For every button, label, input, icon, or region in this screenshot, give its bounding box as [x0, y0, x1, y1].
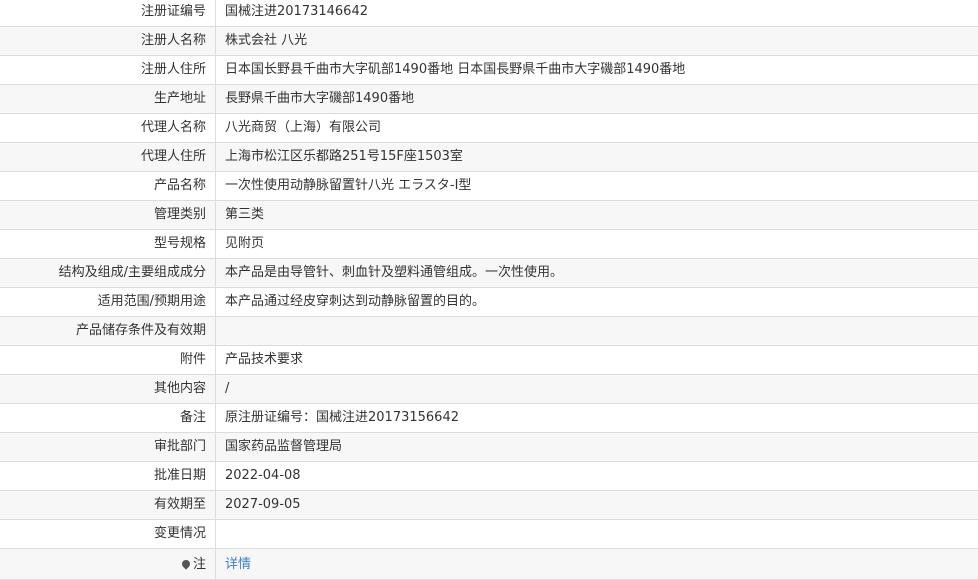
table-row-structure-composition: 结构及组成/主要组成成分 本产品是由导管针、刺血针及塑料通管组成。一次性使用。 [0, 259, 978, 288]
note-label: 注 [192, 557, 206, 572]
field-label: 变更情况 [153, 526, 206, 541]
field-value: 见附页 [215, 230, 978, 258]
field-label: 代理人名称 [140, 120, 206, 135]
table-row-product-name: 产品名称 一次性使用动静脉留置针八光 エラスタ-Ⅰ型 [0, 172, 978, 201]
field-label: 生产地址 [153, 91, 206, 106]
field-label: 产品储存条件及有效期 [75, 323, 206, 338]
field-value: 原注册证编号：国械注进20173156642 [215, 404, 978, 432]
field-value: 产品技术要求 [215, 346, 978, 374]
table-row-remarks: 备注 原注册证编号：国械注进20173156642 [0, 404, 978, 433]
field-label: 型号规格 [153, 236, 206, 251]
field-value: 2027-09-05 [215, 491, 978, 519]
field-value: 日本国长野县千曲市大字矶部1490番地 日本国長野県千曲市大字磯部1490番地 [215, 56, 978, 84]
field-value: / [215, 375, 978, 403]
field-value: 一次性使用动静脉留置针八光 エラスタ-Ⅰ型 [215, 172, 978, 200]
field-label: 有效期至 [153, 497, 206, 512]
field-label-note: 注 [0, 549, 215, 579]
field-value: 本产品通过经皮穿刺达到动静脉留置的目的。 [215, 288, 978, 316]
table-row-management-class: 管理类别 第三类 [0, 201, 978, 230]
field-label: 产品名称 [153, 178, 206, 193]
registration-detail-table: 注册证编号 国械注进20173146642 注册人名称 株式会社 八光 注册人住… [0, 0, 978, 580]
table-row-registrant-name: 注册人名称 株式会社 八光 [0, 27, 978, 56]
field-label: 审批部门 [153, 439, 206, 454]
table-row-registration-number: 注册证编号 国械注进20173146642 [0, 0, 978, 27]
field-label: 管理类别 [153, 207, 206, 222]
table-row-agent-address: 代理人住所 上海市松江区乐都路251号15F座1503室 [0, 143, 978, 172]
details-link[interactable]: 详情 [225, 557, 251, 572]
field-label: 注册人名称 [140, 33, 206, 48]
field-value: 上海市松江区乐都路251号15F座1503室 [215, 143, 978, 171]
table-row-intended-use: 适用范围/预期用途 本产品通过经皮穿刺达到动静脉留置的目的。 [0, 288, 978, 317]
field-label: 结构及组成/主要组成成分 [58, 265, 206, 280]
field-value: 国家药品监督管理局 [215, 433, 978, 461]
field-label: 批准日期 [153, 468, 206, 483]
table-row-approval-date: 批准日期 2022-04-08 [0, 462, 978, 491]
table-row-note: 注 详情 [0, 549, 978, 580]
field-value [215, 520, 978, 548]
field-value: 本产品是由导管针、刺血针及塑料通管组成。一次性使用。 [215, 259, 978, 287]
table-row-storage-validity: 产品储存条件及有效期 [0, 317, 978, 346]
field-value: 株式会社 八光 [215, 27, 978, 55]
table-row-production-address: 生产地址 長野県千曲市大字磯部1490番地 [0, 85, 978, 114]
field-value: 八光商贸（上海）有限公司 [215, 114, 978, 142]
table-row-other-content: 其他内容 / [0, 375, 978, 404]
field-value [215, 317, 978, 345]
field-label: 注册证编号 [140, 4, 206, 19]
field-label: 备注 [179, 410, 206, 425]
table-row-approval-department: 审批部门 国家药品监督管理局 [0, 433, 978, 462]
map-pin-icon [180, 558, 192, 570]
table-row-attachment: 附件 产品技术要求 [0, 346, 978, 375]
field-value: 長野県千曲市大字磯部1490番地 [215, 85, 978, 113]
field-label: 附件 [179, 352, 206, 367]
field-label: 注册人住所 [140, 62, 206, 77]
field-value: 第三类 [215, 201, 978, 229]
field-value-note: 详情 [215, 549, 978, 579]
table-row-registrant-address: 注册人住所 日本国长野县千曲市大字矶部1490番地 日本国長野県千曲市大字磯部1… [0, 56, 978, 85]
table-row-model-spec: 型号规格 见附页 [0, 230, 978, 259]
table-row-agent-name: 代理人名称 八光商贸（上海）有限公司 [0, 114, 978, 143]
table-row-change-status: 变更情况 [0, 520, 978, 549]
table-row-valid-until: 有效期至 2027-09-05 [0, 491, 978, 520]
field-label: 适用范围/预期用途 [97, 294, 206, 309]
field-value: 2022-04-08 [215, 462, 978, 490]
field-label: 其他内容 [153, 381, 206, 396]
field-label: 代理人住所 [140, 149, 206, 164]
field-value: 国械注进20173146642 [215, 0, 978, 26]
